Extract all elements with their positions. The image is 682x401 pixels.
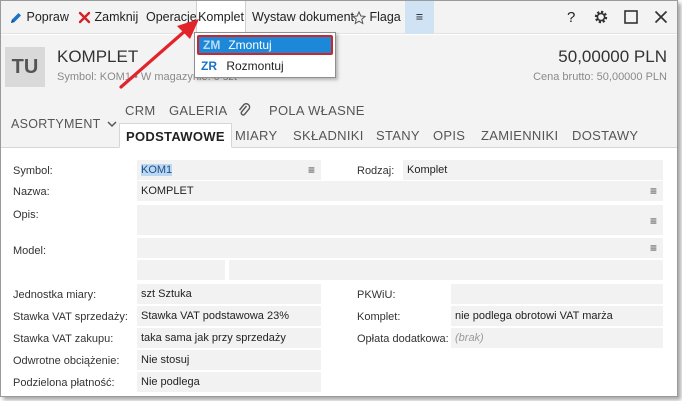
symbol-value: KOM1 (141, 164, 173, 176)
tab-zamienniki[interactable]: ZAMIENNIKI (481, 128, 558, 143)
opis-label: Opis: (13, 209, 39, 221)
asortyment-label: ASORTYMENT (11, 117, 101, 131)
wystaw-dokument-button[interactable]: Wystaw dokument (252, 1, 354, 34)
symbol-field[interactable]: KOM1 ≡ (137, 160, 321, 180)
komplet-field[interactable]: nie podlega obrotowi VAT marża (451, 306, 663, 326)
komplet-field-label: Komplet: (357, 311, 401, 323)
model-picker-icon[interactable]: ≡ (650, 238, 657, 258)
oplata-dodatkowa-value: (brak) (455, 332, 484, 344)
vat-zakupu-field[interactable]: taka sama jak przy sprzedaży (137, 328, 321, 348)
menu-button[interactable]: ≡ (405, 1, 434, 34)
tab-pola-wlasne[interactable]: POLA WŁASNE (269, 103, 365, 118)
opis-field[interactable]: ≡ (137, 205, 663, 235)
komplet-dropdown-menu: ZM Zmontuj ZR Rozmontuj (194, 32, 336, 78)
nazwa-picker-icon[interactable]: ≡ (650, 181, 657, 201)
pkwiu-label: PKWiU: (357, 289, 396, 301)
record-title: KOMPLET (57, 47, 139, 66)
odwrotne-obciazenie-label: Odwrotne obciążenie: (13, 355, 120, 367)
pkwiu-field[interactable] (451, 284, 663, 304)
menu-item-zmontuj[interactable]: ZM Zmontuj (197, 35, 333, 55)
asortyment-dropdown[interactable]: ASORTYMENT (11, 117, 117, 131)
model-subfield-2[interactable] (229, 260, 663, 280)
tab-dostawy[interactable]: DOSTAWY (572, 128, 638, 143)
popraw-label: Popraw (26, 10, 69, 24)
flaga-label: Flaga (369, 10, 401, 24)
rozmontuj-code: ZR (201, 59, 217, 73)
basic-form: Symbol: KOM1 ≡ Rodzaj: Komplet Nazwa: KO… (1, 149, 677, 396)
operacje-button[interactable]: Operacje (146, 1, 197, 34)
record-price-gross: Cena brutto: 50,00000 PLN (533, 71, 667, 83)
chevron-down-icon (107, 121, 117, 128)
model-label: Model: (13, 245, 47, 257)
tab-galeria[interactable]: GALERIA (169, 103, 227, 118)
vat-sprzedazy-field[interactable]: Stawka VAT podstawowa 23% (137, 306, 321, 326)
zamknij-button[interactable]: Zamknij (78, 1, 138, 34)
toolbar: Popraw Zamknij Operacje Komplet Wystaw d… (1, 1, 677, 34)
tab-stany[interactable]: STANY (376, 128, 420, 143)
rodzaj-label: Rodzaj: (357, 165, 395, 177)
jednostka-miary-field[interactable]: szt Sztuka (137, 284, 321, 304)
podzielona-platnosc-field[interactable]: Nie podlega (137, 372, 321, 392)
rozmontuj-label: Rozmontuj (226, 59, 284, 73)
model-field[interactable]: ≡ (137, 238, 663, 258)
oplata-dodatkowa-field[interactable]: (brak) (451, 328, 663, 348)
help-icon: ? (567, 9, 576, 26)
pencil-icon (11, 12, 21, 23)
odwrotne-obciazenie-field[interactable]: Nie stosuj (137, 350, 321, 370)
symbol-label: Symbol: (13, 165, 53, 177)
nazwa-value: KOMPLET (141, 185, 194, 197)
symbol-picker-icon[interactable]: ≡ (308, 160, 315, 180)
close-icon (78, 12, 91, 24)
avatar: TU (5, 47, 45, 87)
menu-item-rozmontuj[interactable]: ZR Rozmontuj (197, 56, 333, 76)
tab-opis[interactable]: OPIS (433, 128, 465, 143)
tab-bar: ASORTYMENT CRM GALERIA POLA WŁASNE PODST… (1, 99, 677, 148)
record-price: 50,00000 PLN (558, 47, 667, 66)
zamknij-label: Zamknij (94, 10, 139, 24)
komplet-label: Komplet (198, 10, 244, 24)
vat-sprzedazy-label: Stawka VAT sprzedaży: (13, 311, 128, 323)
app-window: Popraw Zamknij Operacje Komplet Wystaw d… (0, 0, 678, 397)
menu-icon: ≡ (415, 10, 424, 24)
tab-skladniki[interactable]: SKŁADNIKI (293, 128, 364, 143)
opis-picker-icon[interactable]: ≡ (650, 211, 657, 231)
flaga-button[interactable]: Flaga (352, 1, 401, 34)
model-subfield-1[interactable] (137, 260, 225, 280)
tab-podstawowe[interactable]: PODSTAWOWE (119, 123, 232, 148)
vat-zakupu-label: Stawka VAT zakupu: (13, 333, 114, 345)
gear-icon[interactable] (592, 8, 610, 26)
operacje-label: Operacje (146, 10, 197, 24)
podzielona-platnosc-label: Podzielona płatność: (13, 377, 115, 389)
komplet-button[interactable]: Komplet (196, 1, 246, 34)
oplata-dodatkowa-label: Opłata dodatkowa: (357, 333, 449, 345)
popraw-button[interactable]: Popraw (9, 1, 69, 34)
maximize-icon[interactable] (622, 8, 640, 26)
tab-crm[interactable]: CRM (125, 103, 156, 118)
nazwa-field[interactable]: KOMPLET ≡ (137, 181, 663, 201)
help-button[interactable]: ? (567, 1, 575, 34)
window-close-icon[interactable] (652, 8, 670, 26)
tab-miary[interactable]: MIARY (235, 128, 277, 143)
star-icon (352, 10, 366, 25)
jednostka-miary-label: Jednostka miary: (13, 289, 97, 301)
zmontuj-label: Zmontuj (228, 38, 272, 52)
zmontuj-code: ZM (203, 38, 221, 52)
wystaw-dokument-label: Wystaw dokument (252, 10, 355, 24)
rodzaj-field[interactable]: Komplet (403, 160, 663, 180)
record-header: TU KOMPLET Symbol: KOM1 • W magazynie: 0… (1, 35, 677, 99)
paperclip-icon[interactable] (237, 102, 251, 118)
nazwa-label: Nazwa: (13, 186, 50, 198)
